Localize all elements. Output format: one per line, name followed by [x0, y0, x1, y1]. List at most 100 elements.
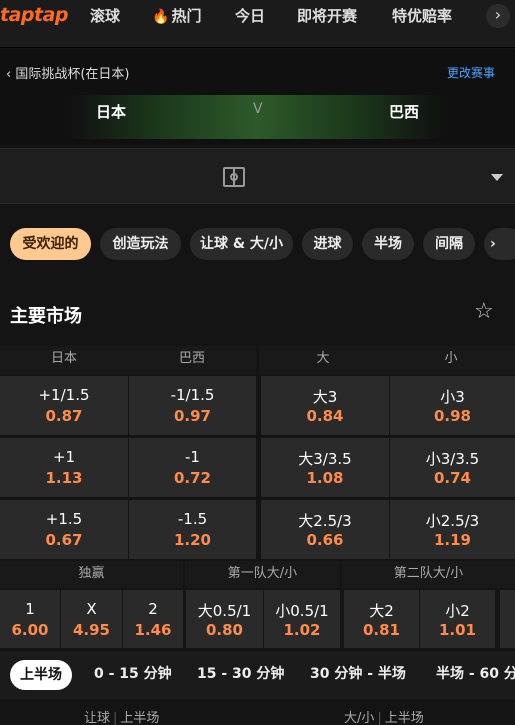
odds-cell[interactable]: 大2.5/3 0.66 [261, 500, 389, 559]
win-odds-cell[interactable]: 1 6.00 [0, 590, 60, 648]
tab-first-half[interactable]: 上半场 [10, 660, 72, 690]
odds-line: -1.5 [177, 510, 208, 528]
star-icon[interactable]: ☆ [474, 301, 494, 323]
odds-value: 1.46 [134, 621, 172, 639]
brand-logo[interactable]: taptap [0, 4, 69, 26]
footer-right-a: 大/小 [344, 711, 375, 725]
odds-value: 6.00 [11, 621, 49, 639]
odds-cell[interactable]: +1 1.13 [0, 438, 128, 497]
win-odds-cell[interactable]: 2 1.46 [123, 590, 183, 648]
odds-line: 大2.5/3 [298, 512, 352, 530]
odds-cell[interactable]: +1/1.5 0.87 [0, 376, 128, 435]
away-team: 巴西 [389, 103, 420, 121]
odds-value: 1.08 [306, 469, 344, 487]
odds-line: 小3 [440, 388, 465, 406]
footer-right-b: 上半场 [384, 711, 424, 725]
odds-cell[interactable]: 大3 0.84 [261, 376, 389, 435]
odds-line: 小2 [445, 602, 470, 620]
odds-value: 0.97 [173, 407, 211, 425]
tab-30-half[interactable]: 30 分钟 - 半场 [310, 663, 406, 683]
team1-odds-cell[interactable]: 小0.5/1 1.02 [264, 590, 340, 648]
odds-cell[interactable]: 小3 0.98 [390, 376, 515, 435]
odds-line: 大2 [369, 602, 394, 620]
odds-line: 2 [148, 600, 158, 618]
odds-line: 大3/3.5 [298, 450, 352, 468]
nav-item-hot[interactable]: 🔥 热门 [152, 5, 201, 26]
odds-line: -1/1.5 [170, 386, 215, 404]
header-moneyline: 独赢 [0, 561, 183, 588]
odds-cell[interactable]: -1.5 1.20 [129, 500, 256, 559]
odds-value: 0.87 [45, 407, 83, 425]
header-team1-ou: 第一队大/小 [185, 561, 340, 588]
filter-interval[interactable]: 间隔 [423, 228, 475, 260]
odds-value: 1.19 [433, 531, 471, 549]
odds-line: 大3 [312, 388, 338, 406]
tab-0-15[interactable]: 0 - 15 分钟 [94, 663, 172, 683]
section-title: 主要市场 [10, 306, 82, 327]
team2-odds-cell[interactable]: 大2 0.81 [344, 590, 419, 648]
filter-popular[interactable]: 受欢迎的 [10, 228, 91, 260]
odds-line: 大0.5/1 [197, 602, 252, 620]
odds-line: -1 [185, 448, 200, 466]
odds-cell[interactable]: 大3/3.5 1.08 [261, 438, 389, 497]
partial-odds-cell[interactable] [500, 590, 515, 648]
footer-left-b: 上半场 [120, 711, 160, 725]
footer-labels: 让球 | 上半场 大/小 | 上半场 [0, 699, 515, 725]
match-header: ‹ 国际挑战杯(在日本) 更改赛事 日本 V 巴西 [0, 49, 515, 145]
caret-down-icon[interactable] [491, 174, 503, 181]
odds-cell[interactable]: 小2.5/3 1.19 [390, 500, 515, 559]
odds-value: 1.20 [173, 531, 211, 549]
col-header-over: 大 [259, 346, 387, 374]
field-view-bar [0, 148, 515, 204]
odds-line: 小3/3.5 [425, 450, 480, 468]
market-filter-bar: 受欢迎的 创造玩法 让球 & 大/小 进球 半场 间隔 › [0, 228, 515, 264]
odds-line: +1.5 [45, 510, 83, 528]
period-tabs: 上半场 0 - 15 分钟 15 - 30 分钟 30 分钟 - 半场 半场 -… [0, 651, 515, 699]
odds-value: 0.74 [433, 469, 471, 487]
win-odds-cell[interactable]: X 4.95 [61, 590, 122, 648]
odds-cell[interactable]: -1/1.5 0.97 [129, 376, 256, 435]
nav-item-hot-label: 热门 [171, 7, 202, 25]
odds-line: 1 [25, 600, 35, 618]
col-header-home: 日本 [0, 346, 128, 374]
odds-value: 0.98 [433, 407, 471, 425]
back-button[interactable]: ‹ 国际挑战杯(在日本) [6, 63, 130, 82]
chevron-left-icon: ‹ [6, 67, 16, 82]
tab-15-30[interactable]: 15 - 30 分钟 [197, 663, 284, 683]
fire-icon: 🔥 [152, 9, 170, 25]
odds-value: 1.13 [45, 469, 83, 487]
footer-left-a: 让球 [84, 711, 111, 725]
team1-odds-cell[interactable]: 大0.5/1 0.80 [186, 590, 263, 648]
team2-odds-cell[interactable]: 小2 1.01 [420, 590, 495, 648]
odds-value: 1.01 [438, 621, 476, 639]
odds-value: 0.66 [306, 531, 344, 549]
odds-cell[interactable]: +1.5 0.67 [0, 500, 128, 559]
filter-handicap-ou[interactable]: 让球 & 大/小 [190, 228, 293, 260]
scroll-right-button[interactable]: › [484, 228, 515, 260]
odds-cell[interactable]: -1 0.72 [129, 438, 256, 497]
chevron-right-icon[interactable]: › [486, 4, 510, 28]
filter-create-bet[interactable]: 创造玩法 [100, 228, 181, 260]
odds-value: 0.84 [306, 407, 344, 425]
nav-item-special-odds[interactable]: 特优赔率 [392, 5, 452, 26]
home-team: 日本 [96, 103, 127, 121]
pitch-icon[interactable] [223, 167, 245, 187]
odds-line: +1 [52, 448, 76, 466]
tab-half-60[interactable]: 半场 - 60 分 [436, 663, 515, 683]
col-header-under: 小 [387, 346, 515, 374]
change-match-link[interactable]: 更改赛事 [447, 64, 495, 81]
filter-goals[interactable]: 进球 [302, 228, 353, 260]
odds-value: 0.67 [45, 531, 83, 549]
odds-value: 0.72 [173, 469, 211, 487]
header-team2-ou: 第二队大/小 [342, 561, 515, 588]
odds-value: 1.02 [283, 621, 321, 639]
odds-cell[interactable]: 小3/3.5 0.74 [390, 438, 515, 497]
filter-half[interactable]: 半场 [362, 228, 414, 260]
odds-value: 0.80 [205, 621, 243, 639]
nav-item-today[interactable]: 今日 [235, 5, 265, 26]
nav-item-live[interactable]: 滚球 [90, 5, 120, 26]
competition-name: 国际挑战杯(在日本) [15, 67, 130, 82]
nav-item-upcoming[interactable]: 即将开赛 [297, 5, 357, 26]
col-header-away: 巴西 [128, 346, 256, 374]
odds-line: 小2.5/3 [425, 512, 480, 530]
